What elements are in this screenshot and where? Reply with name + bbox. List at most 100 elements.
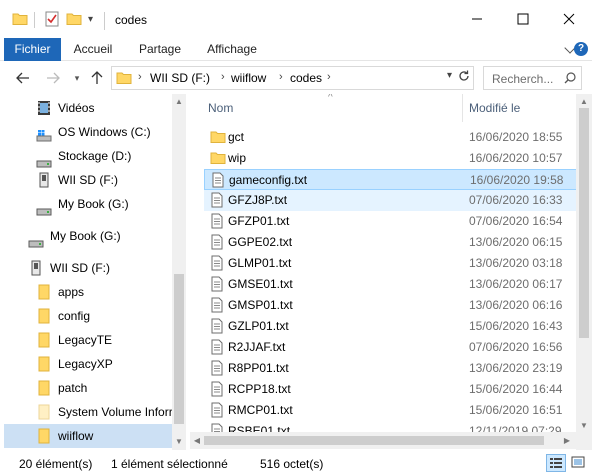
text-file-icon: [210, 234, 224, 253]
minimize-button[interactable]: [454, 0, 500, 38]
file-row[interactable]: RCPP18.txt 15/06/2020 16:44: [204, 379, 577, 400]
close-button[interactable]: [546, 0, 592, 38]
file-modified-date: 13/06/2020 23:19: [469, 361, 563, 375]
file-modified-date: 16/06/2020 18:55: [469, 130, 563, 144]
details-view-button[interactable]: [546, 454, 566, 472]
scroll-down-icon[interactable]: ▼: [579, 421, 589, 431]
file-modified-date: 13/06/2020 06:16: [469, 298, 563, 312]
tab-view[interactable]: Affichage: [199, 38, 265, 61]
nav-item-system-volume-information[interactable]: System Volume Inforr: [0, 400, 173, 424]
nav-item-videos[interactable]: Vidéos: [0, 96, 172, 120]
tab-share[interactable]: Partage: [132, 38, 188, 61]
customize-qa-dropdown-icon[interactable]: ▾: [88, 14, 93, 32]
scroll-down-icon[interactable]: ▼: [174, 437, 184, 447]
maximize-button[interactable]: [500, 0, 546, 38]
nav-item-my-book-root[interactable]: My Book (G:): [0, 224, 172, 248]
text-file-icon: [211, 172, 225, 191]
file-name: GFZP01.txt: [228, 214, 290, 228]
breadcrumb-codes[interactable]: codes: [290, 71, 322, 85]
scroll-up-icon[interactable]: ▲: [579, 97, 589, 107]
search-icon[interactable]: [564, 72, 576, 87]
file-row[interactable]: GMSP01.txt 13/06/2020 06:16: [204, 295, 577, 316]
nav-item-wii-sd[interactable]: WII SD (F:): [0, 168, 172, 192]
folder-row[interactable]: gct 16/06/2020 18:55: [204, 127, 577, 148]
file-row[interactable]: GGPE02.txt 13/06/2020 06:15: [204, 232, 577, 253]
file-name: GLMP01.txt: [228, 256, 292, 270]
tab-file[interactable]: Fichier: [4, 38, 61, 61]
nav-item-config[interactable]: config: [0, 304, 172, 328]
text-file-icon: [210, 192, 224, 211]
file-name: R2JJAF.txt: [228, 340, 286, 354]
breadcrumb-separator-icon[interactable]: ›: [138, 71, 142, 83]
file-list-horizontal-scrollbar[interactable]: ◀ ▶: [190, 432, 576, 449]
text-file-icon: [210, 360, 224, 379]
scrollbar-thumb[interactable]: [204, 436, 544, 445]
folder-icon: [210, 129, 226, 148]
nav-item-legacyte[interactable]: LegacyTE: [0, 328, 172, 352]
file-row[interactable]: GFZJ8P.txt 07/06/2020 16:33: [204, 190, 577, 211]
text-file-icon: [210, 276, 224, 295]
search-box[interactable]: Recherch...: [483, 66, 582, 90]
refresh-icon[interactable]: [458, 69, 470, 86]
tab-home[interactable]: Accueil: [66, 38, 120, 61]
file-modified-date: 15/06/2020 16:51: [469, 403, 563, 417]
folder-row[interactable]: wip 16/06/2020 10:57: [204, 148, 577, 169]
drive-icon: [36, 200, 52, 224]
file-row[interactable]: GMSE01.txt 13/06/2020 06:17: [204, 274, 577, 295]
scroll-right-icon[interactable]: ▶: [562, 436, 572, 446]
properties-icon[interactable]: [44, 11, 60, 29]
file-name: RCPP18.txt: [228, 382, 291, 396]
file-modified-date: 16/06/2020 10:57: [469, 151, 563, 165]
breadcrumb-separator-icon[interactable]: ›: [327, 71, 331, 83]
nav-item-wiiflow[interactable]: wiiflow: [4, 424, 172, 448]
file-row[interactable]: GZLP01.txt 15/06/2020 16:43: [204, 316, 577, 337]
nav-item-os-windows[interactable]: OS Windows (C:): [0, 120, 172, 144]
nav-item-my-book[interactable]: My Book (G:): [0, 192, 172, 216]
breadcrumb-separator-icon[interactable]: ›: [279, 71, 283, 83]
text-file-icon: [210, 381, 224, 400]
navigation-pane-scrollbar[interactable]: ▲ ▼: [172, 94, 186, 450]
file-name: GMSP01.txt: [228, 298, 293, 312]
nav-item-stockage[interactable]: Stockage (D:): [0, 144, 172, 168]
file-row[interactable]: GFZP01.txt 07/06/2020 16:54: [204, 211, 577, 232]
file-row[interactable]: RMCP01.txt 15/06/2020 16:51: [204, 400, 577, 421]
file-modified-date: 13/06/2020 06:15: [469, 235, 563, 249]
forward-button[interactable]: [44, 69, 62, 87]
text-file-icon: [210, 213, 224, 232]
file-modified-date: 13/06/2020 06:17: [469, 277, 563, 291]
up-button[interactable]: [88, 69, 106, 87]
breadcrumb-separator-icon[interactable]: ›: [221, 71, 225, 83]
file-row[interactable]: R8PP01.txt 13/06/2020 23:19: [204, 358, 577, 379]
file-name: wip: [228, 151, 247, 165]
nav-item-wii-sd-root[interactable]: WII SD (F:): [0, 256, 172, 280]
help-icon[interactable]: ?: [574, 42, 588, 56]
file-row[interactable]: GLMP01.txt 13/06/2020 03:18: [204, 253, 577, 274]
column-header-name[interactable]: Nom: [208, 101, 233, 115]
file-row[interactable]: gameconfig.txt 16/06/2020 19:58: [204, 169, 577, 190]
breadcrumb-drive[interactable]: WII SD (F:): [150, 71, 210, 85]
text-file-icon: [210, 255, 224, 274]
recent-locations-icon[interactable]: ▾: [68, 69, 86, 87]
nav-item-legacyxp[interactable]: LegacyXP: [0, 352, 172, 376]
nav-item-patch[interactable]: patch: [0, 376, 172, 400]
scroll-up-icon[interactable]: ▲: [174, 97, 184, 107]
scrollbar-thumb[interactable]: [174, 274, 184, 424]
file-row[interactable]: R2JJAF.txt 07/06/2020 16:56: [204, 337, 577, 358]
file-modified-date: 07/06/2020 16:33: [469, 193, 563, 207]
folder-icon: [116, 71, 132, 88]
nav-item-apps[interactable]: apps: [0, 280, 172, 304]
new-folder-icon[interactable]: [66, 11, 82, 29]
column-divider[interactable]: [462, 94, 463, 122]
text-file-icon: [210, 402, 224, 421]
ribbon-tabs: Fichier Accueil Partage Affichage ?: [0, 38, 592, 61]
file-list-scrollbar[interactable]: ▲ ▼: [576, 94, 592, 450]
breadcrumb-wiiflow[interactable]: wiiflow: [231, 71, 266, 85]
scroll-left-icon[interactable]: ◀: [192, 436, 202, 446]
back-button[interactable]: [14, 69, 32, 87]
file-modified-date: 15/06/2020 16:43: [469, 319, 563, 333]
column-header-modified[interactable]: Modifié le: [469, 101, 520, 115]
address-history-dropdown-icon[interactable]: ▾: [447, 70, 452, 81]
large-icons-view-button[interactable]: [569, 454, 589, 472]
scrollbar-thumb[interactable]: [579, 108, 589, 338]
address-bar[interactable]: › WII SD (F:) › wiiflow › codes › ▾: [111, 66, 474, 90]
